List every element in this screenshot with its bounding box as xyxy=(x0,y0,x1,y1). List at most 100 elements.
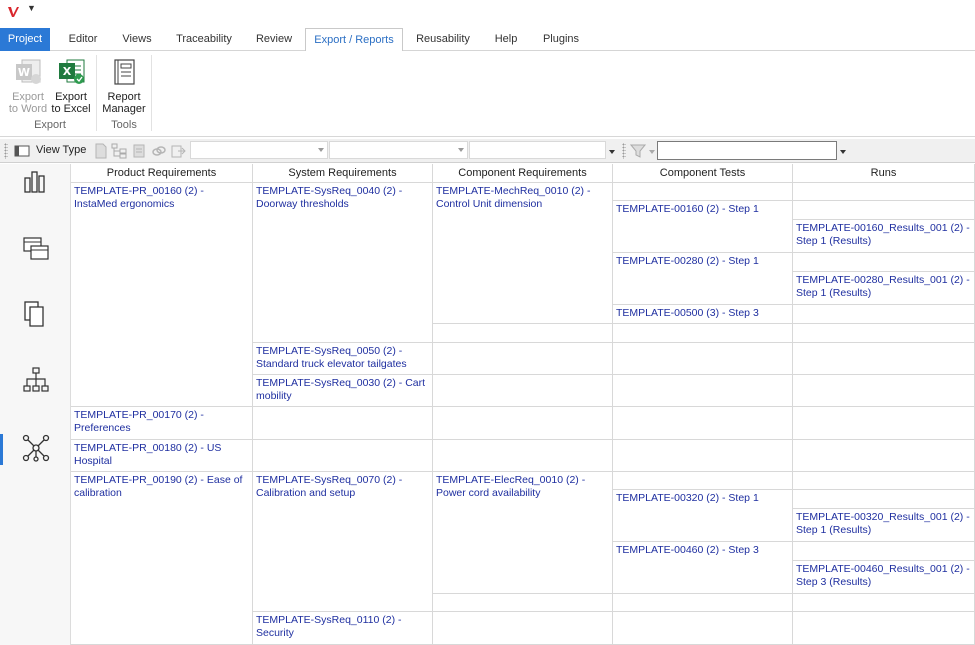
tab-export-reports[interactable]: Export / Reports xyxy=(305,28,403,52)
grid-cell[interactable]: TEMPLATE-00460_Results_001 (2) - Step 3 … xyxy=(793,561,975,594)
tab-plugins[interactable]: Plugins xyxy=(535,28,587,51)
item-link[interactable]: TEMPLATE-MechReq_0010 (2) - Control Unit… xyxy=(436,185,590,210)
report-manager-button[interactable]: Report Manager xyxy=(100,57,148,115)
grid-cell[interactable] xyxy=(613,440,793,472)
grid-cell[interactable] xyxy=(793,407,975,440)
item-link[interactable]: TEMPLATE-00280_Results_001 (2) - Step 1 … xyxy=(796,274,970,299)
item-link[interactable]: TEMPLATE-00320_Results_001 (2) - Step 1 … xyxy=(796,511,970,536)
grid-cell[interactable]: TEMPLATE-PR_00160 (2) - InstaMed ergonom… xyxy=(71,183,253,407)
grid-cell[interactable] xyxy=(613,612,793,645)
export-to-excel-button[interactable]: X Export to Excel xyxy=(50,57,92,115)
item-link[interactable]: TEMPLATE-00460 (2) - Step 3 xyxy=(616,544,759,556)
grid-cell[interactable] xyxy=(613,343,793,375)
grid-cell[interactable]: TEMPLATE-SysReq_0070 (2) - Calibration a… xyxy=(253,472,433,612)
tab-editor[interactable]: Editor xyxy=(58,28,108,51)
item-link[interactable]: TEMPLATE-00160_Results_001 (2) - Step 1 … xyxy=(796,222,970,247)
toolbar-grip[interactable] xyxy=(622,143,626,159)
grid-cell[interactable] xyxy=(793,472,975,490)
grid-cell[interactable] xyxy=(433,612,613,645)
grid-cell[interactable]: TEMPLATE-00460 (2) - Step 3 xyxy=(613,542,793,594)
grid-cell[interactable] xyxy=(433,375,613,407)
grid-cell[interactable] xyxy=(613,407,793,440)
item-link[interactable]: TEMPLATE-SysReq_0030 (2) - Cart mobility xyxy=(256,377,425,402)
stack-icon[interactable] xyxy=(131,143,147,159)
item-link[interactable]: TEMPLATE-SysReq_0110 (2) - Security xyxy=(256,614,402,639)
grid-cell[interactable]: TEMPLATE-PR_00190 (2) - Ease of calibrat… xyxy=(71,472,253,645)
grid-cell[interactable] xyxy=(793,324,975,343)
tab-traceability[interactable]: Traceability xyxy=(168,28,240,51)
grid-cell[interactable] xyxy=(793,440,975,472)
grid-cell[interactable] xyxy=(793,375,975,407)
tab-help[interactable]: Help xyxy=(484,28,528,51)
item-link[interactable]: TEMPLATE-PR_00190 (2) - Ease of calibrat… xyxy=(74,474,242,499)
grid-cell[interactable] xyxy=(793,542,975,561)
tab-views[interactable]: Views xyxy=(113,28,161,51)
grid-cell[interactable]: TEMPLATE-00320_Results_001 (2) - Step 1 … xyxy=(793,509,975,542)
item-link[interactable]: TEMPLATE-SysReq_0040 (2) - Doorway thres… xyxy=(256,185,402,210)
item-link[interactable]: TEMPLATE-PR_00170 (2) - Preferences xyxy=(74,409,204,434)
grid-cell[interactable] xyxy=(613,594,793,612)
grid-cell[interactable] xyxy=(433,407,613,440)
grid-cell[interactable]: TEMPLATE-SysReq_0050 (2) - Standard truc… xyxy=(253,343,433,375)
grid-cell[interactable] xyxy=(613,375,793,407)
grid-cell[interactable] xyxy=(613,472,793,490)
item-link[interactable]: TEMPLATE-ElecReq_0010 (2) - Power cord a… xyxy=(436,474,585,499)
view-combo-3[interactable] xyxy=(469,141,606,159)
nav-item-pages[interactable] xyxy=(0,296,70,356)
column-header-runs[interactable]: Runs xyxy=(793,164,975,183)
chevron-down-icon[interactable] xyxy=(609,150,615,154)
grid-cell[interactable]: TEMPLATE-SysReq_0030 (2) - Cart mobility xyxy=(253,375,433,407)
document-icon[interactable] xyxy=(93,143,109,159)
grid-cell[interactable]: TEMPLATE-00500 (3) - Step 3 xyxy=(613,305,793,324)
grid-cell[interactable]: TEMPLATE-SysReq_0040 (2) - Doorway thres… xyxy=(253,183,433,343)
grid-cell[interactable] xyxy=(433,594,613,612)
nav-item-network[interactable] xyxy=(0,428,70,488)
column-header-system-requirements[interactable]: System Requirements xyxy=(253,164,433,183)
grid-cell[interactable]: TEMPLATE-PR_00180 (2) - US Hospital xyxy=(71,440,253,472)
item-link[interactable]: TEMPLATE-SysReq_0070 (2) - Calibration a… xyxy=(256,474,402,499)
grid-cell[interactable] xyxy=(793,253,975,272)
chevron-down-icon[interactable] xyxy=(649,150,655,154)
item-link[interactable]: TEMPLATE-00460_Results_001 (2) - Step 3 … xyxy=(796,563,970,588)
tab-reusability[interactable]: Reusability xyxy=(410,28,476,51)
item-link[interactable]: TEMPLATE-00160 (2) - Step 1 xyxy=(616,203,759,215)
grid-cell[interactable] xyxy=(613,183,793,201)
item-link[interactable]: TEMPLATE-00280 (2) - Step 1 xyxy=(616,255,759,267)
item-link[interactable]: TEMPLATE-SysReq_0050 (2) - Standard truc… xyxy=(256,345,407,370)
item-link[interactable]: TEMPLATE-PR_00180 (2) - US Hospital xyxy=(74,442,221,467)
nav-item-hierarchy[interactable] xyxy=(0,362,70,422)
item-link[interactable]: TEMPLATE-00500 (3) - Step 3 xyxy=(616,307,759,319)
grid-cell[interactable]: TEMPLATE-00320 (2) - Step 1 xyxy=(613,490,793,542)
view-type-icon[interactable] xyxy=(14,143,30,159)
quick-access-dropdown-icon[interactable]: ▼ xyxy=(27,3,36,13)
tab-project[interactable]: Project xyxy=(0,28,50,51)
grid-cell[interactable] xyxy=(253,440,433,472)
grid-cell[interactable]: TEMPLATE-SysReq_0110 (2) - Security xyxy=(253,612,433,645)
grid-cell[interactable] xyxy=(433,440,613,472)
grid-cell[interactable] xyxy=(613,324,793,343)
export-icon[interactable] xyxy=(170,143,186,159)
item-link[interactable]: TEMPLATE-00320 (2) - Step 1 xyxy=(616,492,759,504)
grid-cell[interactable] xyxy=(793,612,975,645)
grid-cell[interactable]: TEMPLATE-00160 (2) - Step 1 xyxy=(613,201,793,253)
grid-cell[interactable] xyxy=(793,343,975,375)
export-to-word-button[interactable]: W Export to Word xyxy=(6,57,50,115)
nav-item-windows[interactable] xyxy=(0,230,70,290)
grid-cell[interactable] xyxy=(793,305,975,324)
grid-cell[interactable] xyxy=(433,343,613,375)
column-header-product-requirements[interactable]: Product Requirements xyxy=(71,164,253,183)
grid-cell[interactable]: TEMPLATE-00280_Results_001 (2) - Step 1 … xyxy=(793,272,975,305)
view-combo-1[interactable] xyxy=(190,141,328,159)
view-type-label[interactable]: View Type xyxy=(36,144,86,156)
column-header-component-requirements[interactable]: Component Requirements xyxy=(433,164,613,183)
grid-cell[interactable]: TEMPLATE-00280 (2) - Step 1 xyxy=(613,253,793,305)
grid-cell[interactable] xyxy=(793,594,975,612)
column-header-component-tests[interactable]: Component Tests xyxy=(613,164,793,183)
item-link[interactable]: TEMPLATE-PR_00160 (2) - InstaMed ergonom… xyxy=(74,185,204,210)
grid-cell[interactable]: TEMPLATE-ElecReq_0010 (2) - Power cord a… xyxy=(433,472,613,594)
grid-cell[interactable] xyxy=(253,407,433,440)
grid-cell[interactable]: TEMPLATE-PR_00170 (2) - Preferences xyxy=(71,407,253,440)
chevron-down-icon[interactable] xyxy=(840,150,846,154)
link-icon[interactable] xyxy=(151,143,167,159)
tree-view-icon[interactable] xyxy=(111,143,127,159)
